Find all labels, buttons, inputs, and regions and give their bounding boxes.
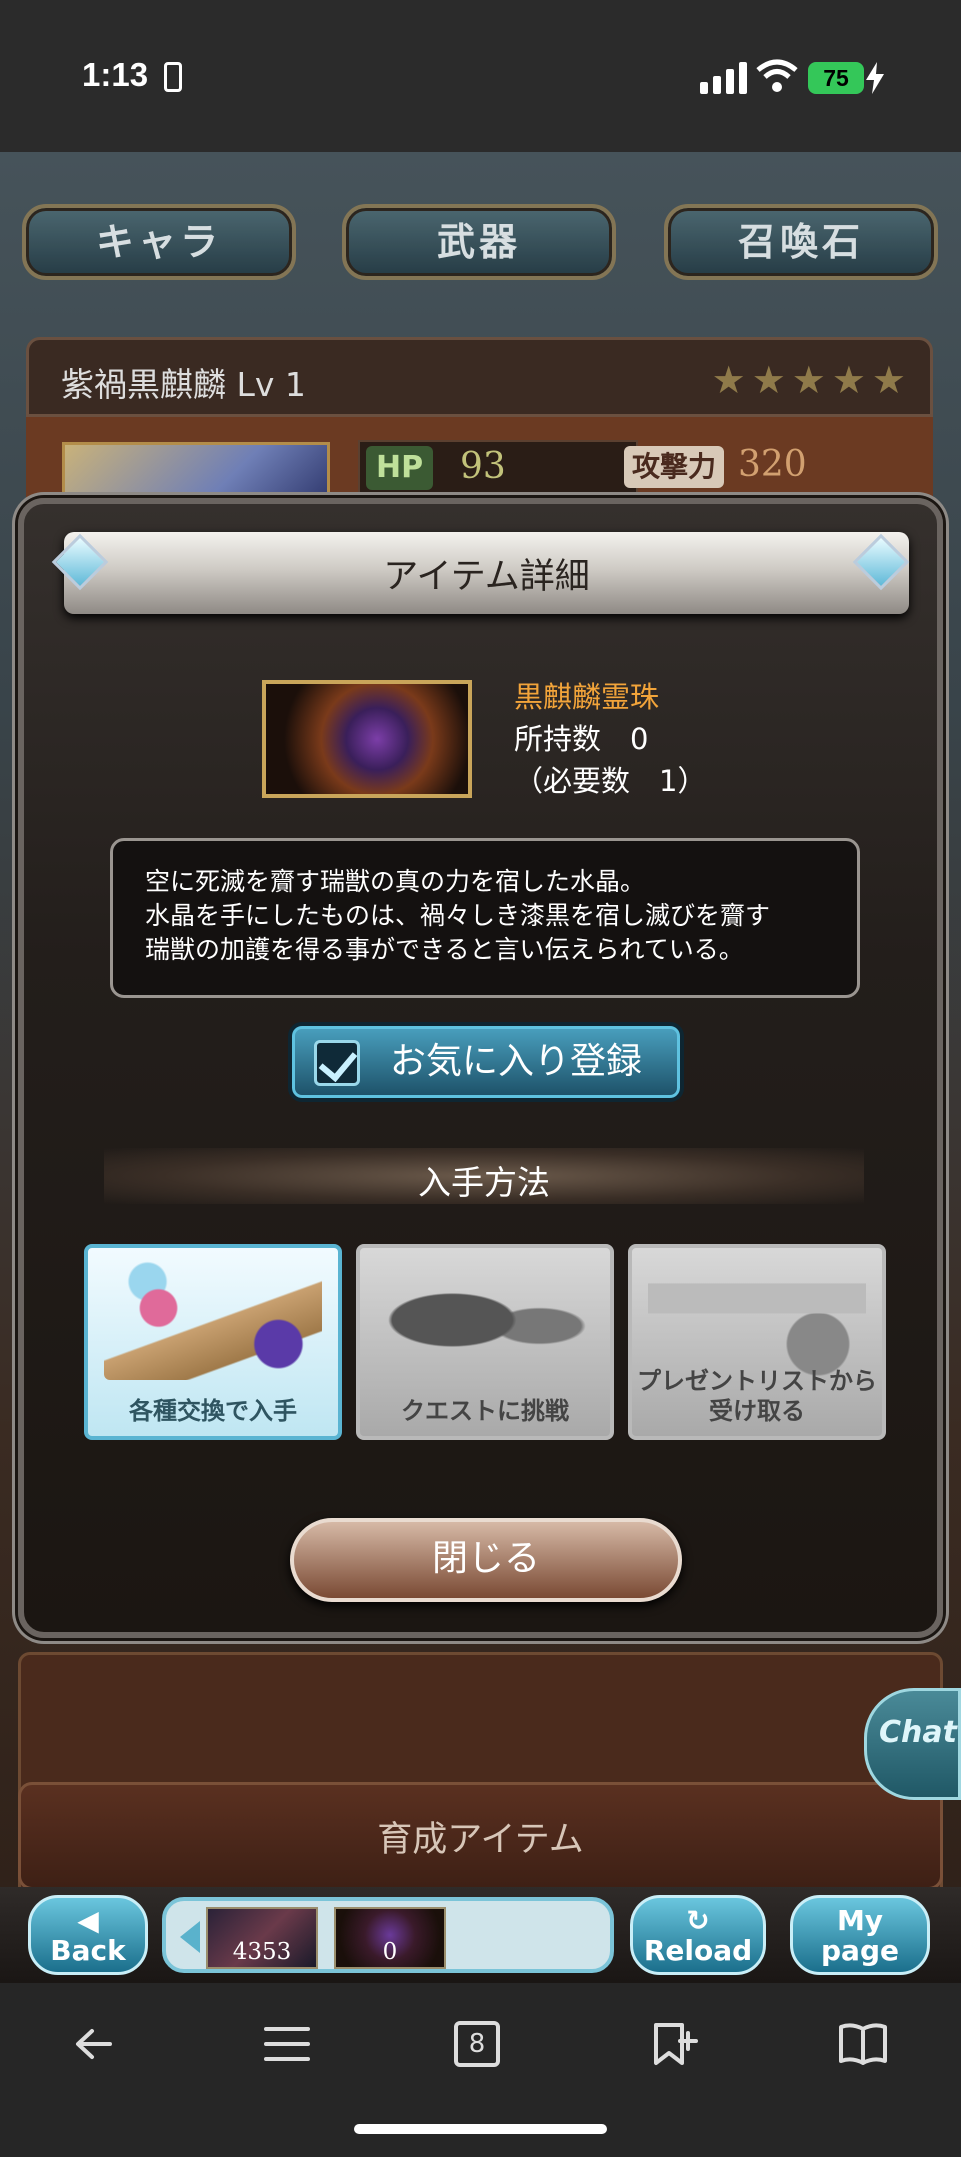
- attack-value: 320: [738, 444, 807, 485]
- tab-summon-label: 召喚石: [737, 220, 864, 264]
- source-exchange-label: 各種交換で入手: [129, 1397, 297, 1425]
- tabs-count: 8: [468, 2029, 486, 2059]
- favorite-toggle-button[interactable]: お気に入り登録: [288, 1022, 684, 1102]
- bookmarks-book-icon[interactable]: [838, 2021, 888, 2067]
- tab-summon[interactable]: 召喚石: [664, 204, 938, 280]
- hp-label: HP: [366, 446, 434, 490]
- item-description: 空に死滅を齎す瑞獣の真の力を宿した水晶。 水晶を手にしたものは、禍々しき漆黒を宿…: [110, 838, 860, 998]
- uncap-stars: ★★★★★: [711, 358, 912, 402]
- item-image: [262, 680, 472, 798]
- how-to-get-header: 入手方法: [104, 1148, 864, 1204]
- attack-stat: 攻撃力 320: [618, 440, 886, 496]
- item-detail-modal: アイテム詳細 黒麒麟霊珠 所持数 0 （必要数 1） 空に死滅を齎す瑞獣の真の力…: [18, 498, 943, 1638]
- source-exchange-button[interactable]: 各種交換で入手: [84, 1244, 342, 1440]
- item-tray[interactable]: 4353 0: [162, 1897, 614, 1973]
- tray-slot[interactable]: 0: [334, 1907, 446, 1969]
- game-bottom-bar: ◀ Back 4353 0 ↻ Reload My page: [0, 1887, 961, 1983]
- favorite-label: お気に入り登録: [390, 1041, 643, 1082]
- exchange-items-icon: [104, 1260, 322, 1380]
- growth-items-header[interactable]: 育成アイテム: [18, 1782, 943, 1890]
- tab-weapon[interactable]: 武器: [342, 204, 616, 280]
- growth-items-label: 育成アイテム: [377, 1820, 584, 1860]
- hp-stat: HP 93: [358, 440, 638, 496]
- checkbox-checked-icon: [314, 1040, 360, 1086]
- source-present-label: プレゼントリストから 受け取る: [632, 1366, 882, 1426]
- source-present-button[interactable]: プレゼントリストから 受け取る: [628, 1244, 886, 1440]
- reload-icon: ↻: [686, 1904, 710, 1937]
- tab-weapon-label: 武器: [436, 220, 521, 264]
- character-header: 紫禍黒麒麟 Lv 1 ★★★★★: [26, 337, 933, 417]
- character-name: 紫禍黒麒麟 Lv 1: [61, 365, 306, 404]
- tabs-button[interactable]: 8: [454, 2021, 500, 2067]
- description-line: 空に死滅を齎す瑞獣の真の力を宿した水晶。: [145, 867, 646, 896]
- app-root: 1:13 75 キャラ 武器 召喚石 紫禍黒麒麟 Lv 1 ★★★★★ HP 9…: [0, 0, 961, 2157]
- close-label: 閉じる: [431, 1538, 540, 1579]
- status-bar: 1:13 75: [0, 0, 961, 152]
- home-indicator[interactable]: [354, 2124, 607, 2134]
- item-owned-count: 所持数 0: [514, 722, 649, 756]
- charging-icon: [866, 62, 884, 94]
- back-label: Back: [50, 1934, 126, 1967]
- wifi-icon: [756, 59, 798, 92]
- item-required-count: （必要数 1）: [514, 764, 707, 798]
- how-to-get-label: 入手方法: [418, 1163, 550, 1202]
- description-line: 水晶を手にしたものは、禍々しき漆黒を宿し滅びを齎す: [145, 901, 771, 930]
- tray-scroll-left-icon[interactable]: [180, 1921, 200, 1953]
- mypage-label-line: page: [821, 1934, 899, 1967]
- quest-characters-icon: [376, 1260, 594, 1380]
- back-button[interactable]: ◀ Back: [28, 1895, 148, 1975]
- tray-slot-count: 4353: [232, 1939, 292, 1965]
- rotation-lock-icon: [164, 62, 182, 92]
- item-name: 黒麒麟霊珠: [514, 680, 660, 714]
- mypage-label-line: My: [836, 1904, 884, 1937]
- modal-title-ribbon: アイテム詳細: [64, 532, 909, 614]
- close-button[interactable]: 閉じる: [290, 1518, 682, 1602]
- menu-icon[interactable]: [262, 2021, 312, 2067]
- tab-character-label: キャラ: [95, 220, 222, 264]
- mypage-button[interactable]: My page: [790, 1895, 930, 1975]
- reload-label: Reload: [643, 1934, 753, 1967]
- source-quest-label: クエストに挑戦: [401, 1397, 569, 1425]
- chat-button[interactable]: Chat: [864, 1688, 961, 1800]
- back-arrow-icon[interactable]: [70, 2021, 120, 2067]
- cellular-signal-icon: [700, 62, 747, 94]
- present-box-icon: [648, 1260, 866, 1380]
- hp-value: 93: [460, 446, 506, 487]
- reload-button[interactable]: ↻ Reload: [630, 1895, 766, 1975]
- modal-title: アイテム詳細: [383, 557, 590, 597]
- back-arrow-icon: ◀: [77, 1904, 99, 1937]
- attack-label: 攻撃力: [624, 446, 725, 488]
- tray-slot[interactable]: 4353: [206, 1907, 318, 1969]
- tray-slot-count: 0: [382, 1939, 398, 1965]
- chat-label: Chat: [879, 1715, 957, 1750]
- description-line: 瑞獣の加護を得る事ができると言い伝えられている。: [145, 935, 744, 964]
- source-present-label-line: プレゼントリストから: [637, 1367, 877, 1395]
- source-quest-button[interactable]: クエストに挑戦: [356, 1244, 614, 1440]
- add-bookmark-icon[interactable]: [648, 2021, 698, 2067]
- clock: 1:13: [82, 56, 149, 93]
- source-present-label-line: 受け取る: [709, 1397, 805, 1425]
- battery-level: 75: [808, 62, 864, 94]
- tab-character[interactable]: キャラ: [22, 204, 296, 280]
